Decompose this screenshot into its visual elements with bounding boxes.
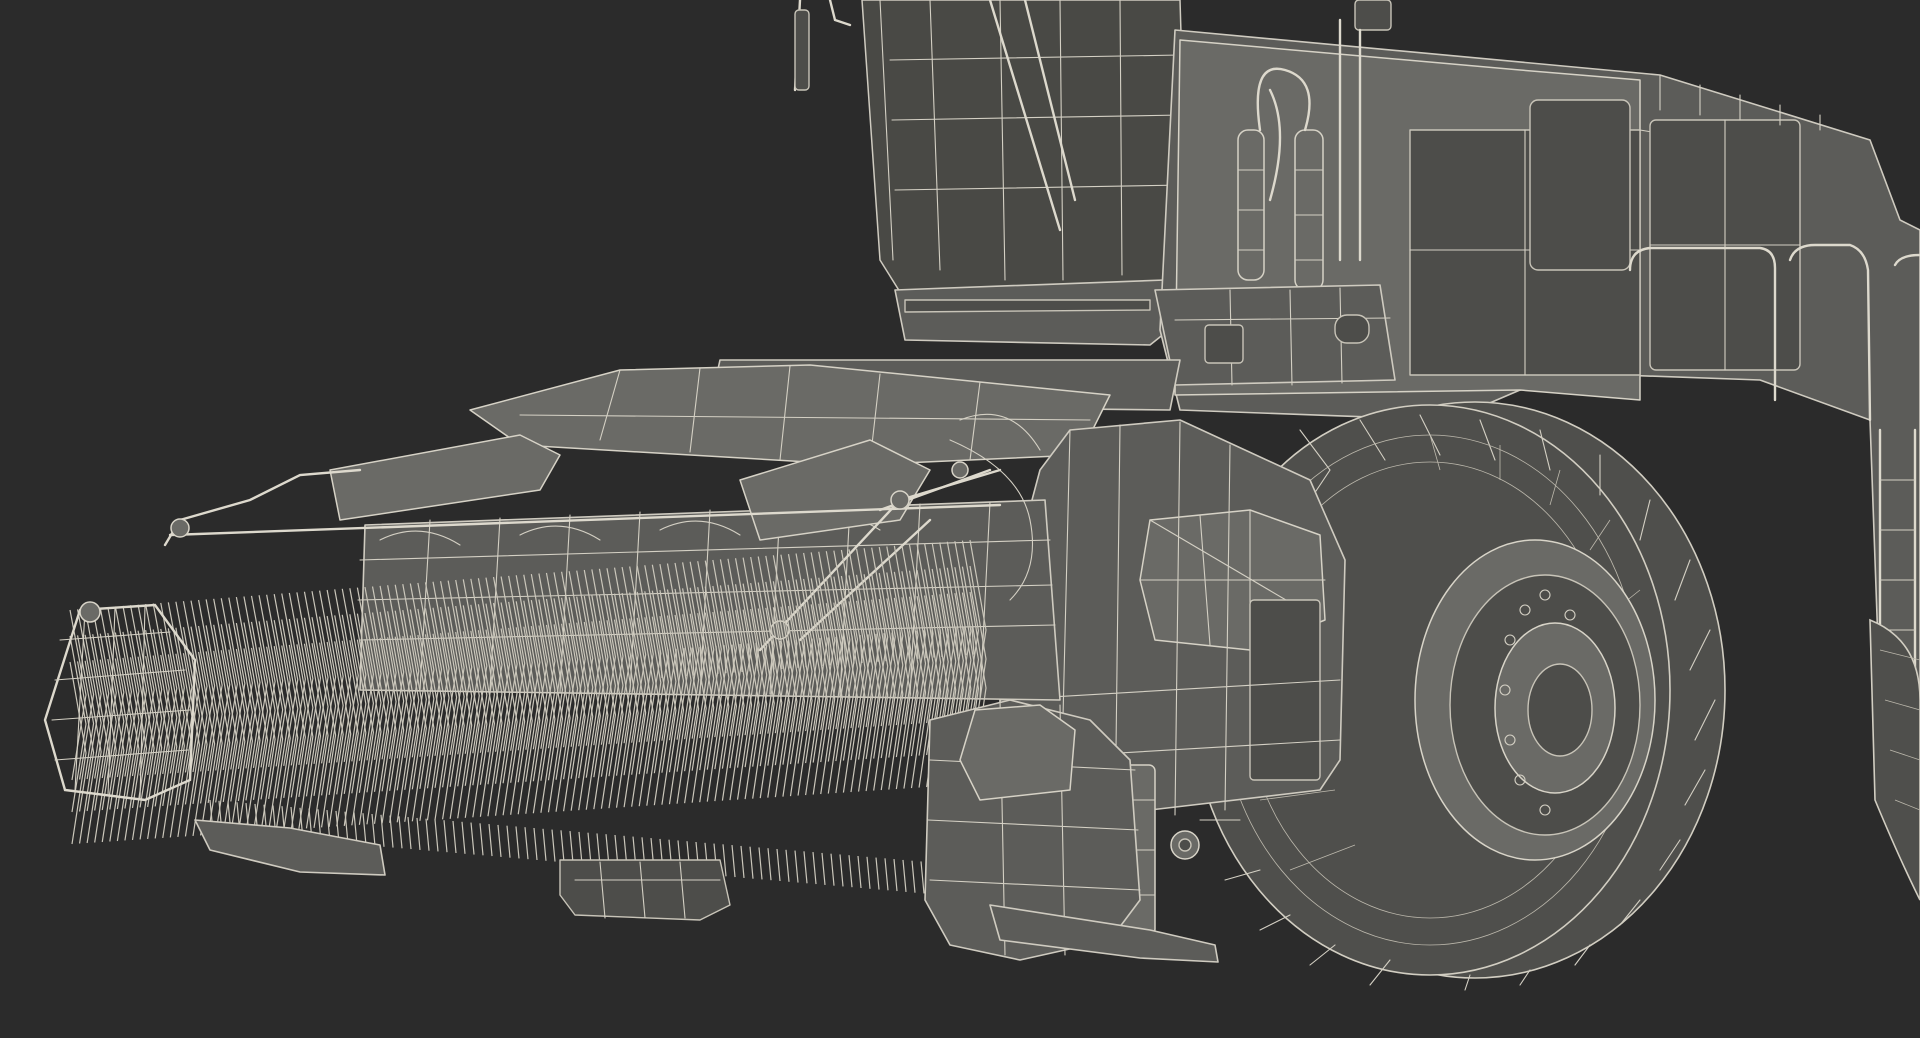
- reel-finger: [875, 857, 880, 890]
- reel-finger: [371, 813, 376, 847]
- reel-finger: [362, 813, 367, 846]
- reel-finger: [731, 845, 736, 878]
- reel-finger: [578, 831, 583, 864]
- reel-finger: [848, 855, 853, 888]
- reel-finger: [416, 817, 421, 850]
- reel-finger: [470, 822, 475, 855]
- reel-finger: [398, 816, 403, 849]
- reel-finger: [407, 817, 412, 850]
- reel-finger: [749, 846, 754, 879]
- reel-finger: [767, 848, 772, 881]
- reel-finger: [839, 854, 844, 887]
- reel-finger: [902, 859, 907, 892]
- reel-finger: [524, 827, 529, 860]
- reel-finger: [758, 847, 763, 880]
- reel-finger: [542, 828, 547, 861]
- reel-finger: [794, 850, 799, 883]
- reel-finger: [857, 855, 862, 889]
- reel-finger: [821, 852, 826, 885]
- reel-finger: [803, 851, 808, 884]
- reel-finger: [884, 858, 889, 891]
- reel-finger: [479, 823, 484, 856]
- reel-finger: [740, 845, 745, 878]
- reel-finger: [389, 815, 394, 848]
- reel-finger: [830, 853, 835, 886]
- reel-finger: [911, 860, 916, 893]
- reel-finger: [452, 820, 457, 854]
- reel-finger: [515, 826, 520, 859]
- reel-finger: [560, 830, 565, 863]
- reel-finger: [785, 849, 790, 882]
- reel-finger: [461, 821, 466, 854]
- reel-finger: [866, 856, 871, 889]
- reel-finger: [722, 844, 727, 877]
- reel-finger: [488, 824, 493, 857]
- reel-finger: [425, 818, 430, 851]
- reel-finger: [569, 831, 574, 864]
- reel-finger: [920, 861, 925, 894]
- render-viewport: [0, 0, 1920, 1038]
- reel-finger: [506, 825, 511, 858]
- harvester-wireframe-render: [43, 0, 1920, 991]
- reel-finger: [497, 824, 502, 857]
- reel-finger: [776, 848, 781, 882]
- reel-finger: [893, 859, 898, 892]
- reel-finger: [812, 852, 817, 885]
- reel-finger: [443, 820, 448, 853]
- cab: [793, 0, 1189, 346]
- reel-finger: [551, 829, 556, 862]
- reel-finger: [533, 827, 538, 861]
- reel-finger: [434, 819, 439, 852]
